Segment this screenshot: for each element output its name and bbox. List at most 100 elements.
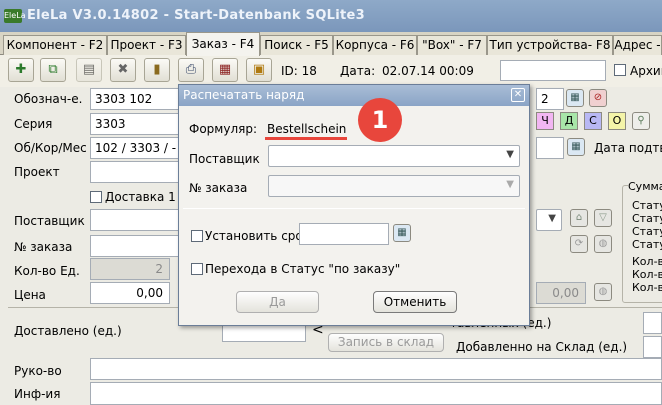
- new-icon: ✚: [15, 62, 27, 77]
- clipboard-icon: ▮: [153, 62, 161, 77]
- refresh-button[interactable]: ⟳: [570, 235, 588, 253]
- filter-button[interactable]: ⚲: [632, 112, 650, 130]
- ob-kor-label: Об/Кор/Мес: [14, 141, 87, 155]
- total-price-field[interactable]: 0,00: [536, 282, 586, 304]
- calendar-button[interactable]: ▦: [566, 89, 584, 107]
- funnel-button[interactable]: ▽: [594, 209, 612, 227]
- calendar-icon: ▦: [571, 141, 581, 152]
- add-to-stock-button[interactable]: Запись в склад: [328, 333, 444, 352]
- copy-icon: ⧉: [48, 62, 58, 77]
- added-to-stock-field[interactable]: [643, 336, 662, 358]
- color-button-s[interactable]: С: [584, 112, 602, 130]
- chevron-down-icon: ▼: [548, 213, 556, 224]
- print-button[interactable]: ⎙: [178, 58, 204, 82]
- supplier-combo-right[interactable]: ▼: [536, 209, 562, 231]
- clear-button[interactable]: ⊘: [589, 89, 607, 107]
- close-button[interactable]: ✕: [511, 88, 525, 102]
- info-field[interactable]: [90, 382, 662, 405]
- designation-label: Обознач-е.: [14, 92, 83, 106]
- archive-label: Архив: [630, 64, 662, 78]
- print-order-button[interactable]: ▦: [212, 58, 238, 82]
- summary-row: Стату: [632, 212, 662, 225]
- clipboard-button[interactable]: ▮: [144, 58, 170, 82]
- tab-box[interactable]: "Box" - F7: [417, 35, 487, 55]
- supplier-label: Поставщик: [14, 214, 85, 228]
- ok-button[interactable]: Да: [236, 291, 319, 313]
- tab-bar: Компонент - F2 Проект - F3 Заказ - F4 По…: [0, 32, 662, 56]
- deadline-date-input[interactable]: [299, 223, 389, 245]
- print-order-dialog: Распечатать наряд ✕ Формуляр: Bestellsch…: [178, 84, 530, 326]
- delivery-checkbox[interactable]: [90, 191, 102, 203]
- supplier-field[interactable]: [90, 209, 182, 231]
- chevron-down-icon: ▼: [506, 149, 514, 160]
- window-titlebar: EleLa EleLa V3.0.14802 - Start-Datenbank…: [0, 0, 662, 32]
- app-logo: EleLa: [4, 9, 26, 23]
- ob-kor-field[interactable]: 102 / 3303 / -: [90, 137, 182, 159]
- tab-housings[interactable]: Корпуса - F6: [333, 35, 417, 55]
- summary-row: Кол-во: [632, 255, 662, 268]
- deadline-calendar-button[interactable]: ▦: [393, 224, 411, 242]
- tab-address[interactable]: Адрес -: [613, 35, 662, 55]
- form-template-label: Формуляр:: [189, 122, 257, 136]
- series-field[interactable]: 3303: [90, 113, 182, 135]
- recalc-icon: ◍: [598, 286, 608, 297]
- confirm-date-label: Дата подтв: [594, 141, 662, 155]
- summary-row: Стату: [632, 238, 662, 251]
- tab-project[interactable]: Проект - F3: [107, 35, 186, 55]
- confirm-calendar-button[interactable]: ▦: [567, 138, 585, 156]
- project-field[interactable]: [90, 161, 182, 183]
- manager-field[interactable]: [90, 358, 662, 380]
- recalc-button[interactable]: ◍: [594, 283, 612, 301]
- color-button-o[interactable]: О: [608, 112, 626, 130]
- funnel-icon: ▽: [599, 212, 607, 223]
- globe-button[interactable]: ◍: [594, 235, 612, 253]
- dialog-order-number-label: № заказа: [189, 181, 248, 195]
- dialog-supplier-select[interactable]: ▼: [268, 145, 520, 167]
- paste-button[interactable]: ▤: [76, 58, 102, 82]
- refresh-icon: ⟳: [574, 238, 584, 249]
- print-icon: ⎙: [185, 62, 197, 77]
- copy-button[interactable]: ⧉: [40, 58, 66, 82]
- archive-checkbox[interactable]: [614, 64, 626, 76]
- form-template-value: Bestellschein: [267, 122, 347, 136]
- dialog-order-number-select[interactable]: ▼: [268, 175, 520, 197]
- window-title: EleLa V3.0.14802 - Start-Datenbank SQLit…: [27, 8, 365, 23]
- tab-search[interactable]: Поиск - F5: [260, 35, 333, 55]
- quantity-label: Кол-во Ед.: [14, 264, 80, 278]
- status-label: Перехода в Статус "по заказу": [205, 262, 401, 276]
- order-number-field[interactable]: [90, 235, 182, 257]
- calendar-icon: ▦: [570, 92, 580, 103]
- toolbar: ✚ ⧉ ▤ ✖ ▮ ⎙ ▦ ▣ ID: 18 Дата: 02.07.14 00…: [0, 55, 662, 87]
- date-value: 02.07.14 00:09: [382, 64, 474, 78]
- record-id: ID: 18: [281, 64, 317, 78]
- summary-row: Кол-во: [632, 281, 662, 294]
- color-button-ch[interactable]: Ч: [536, 112, 554, 130]
- cancel-button[interactable]: Отменить: [373, 291, 457, 313]
- dialog-title: Распечатать наряд: [179, 85, 529, 106]
- dialog-divider: [183, 208, 525, 209]
- color-button-d[interactable]: Д: [560, 112, 578, 130]
- status-checkbox[interactable]: [191, 263, 203, 275]
- price-label: Цена: [14, 288, 46, 302]
- delete-red-icon: ⊘: [593, 92, 603, 103]
- toolbar-search-input[interactable]: [500, 60, 606, 81]
- tab-device-type[interactable]: Тип устройства- F8: [487, 35, 613, 55]
- designation-field[interactable]: 3303 102: [90, 88, 182, 110]
- set-deadline-checkbox[interactable]: [191, 230, 203, 242]
- folder-icon: ▣: [252, 62, 266, 77]
- annotation-badge: 1: [358, 98, 402, 142]
- tab-component[interactable]: Компонент - F2: [3, 35, 107, 55]
- confirm-date-field[interactable]: [536, 137, 564, 159]
- home-button[interactable]: ⌂: [570, 209, 588, 227]
- delete-button[interactable]: ✖: [110, 58, 136, 82]
- delivered-count-field[interactable]: [643, 312, 662, 334]
- folder-button[interactable]: ▣: [246, 58, 272, 82]
- tab-order[interactable]: Заказ - F4: [186, 32, 260, 56]
- summary-title: Сумма: [628, 180, 662, 193]
- series-label: Серия: [14, 117, 53, 131]
- new-order-button[interactable]: ✚: [8, 58, 34, 82]
- count-field[interactable]: 2: [536, 88, 564, 110]
- quantity-field[interactable]: 2: [90, 258, 170, 280]
- print-save-icon: ▦: [218, 62, 232, 77]
- price-field[interactable]: 0,00: [90, 282, 170, 304]
